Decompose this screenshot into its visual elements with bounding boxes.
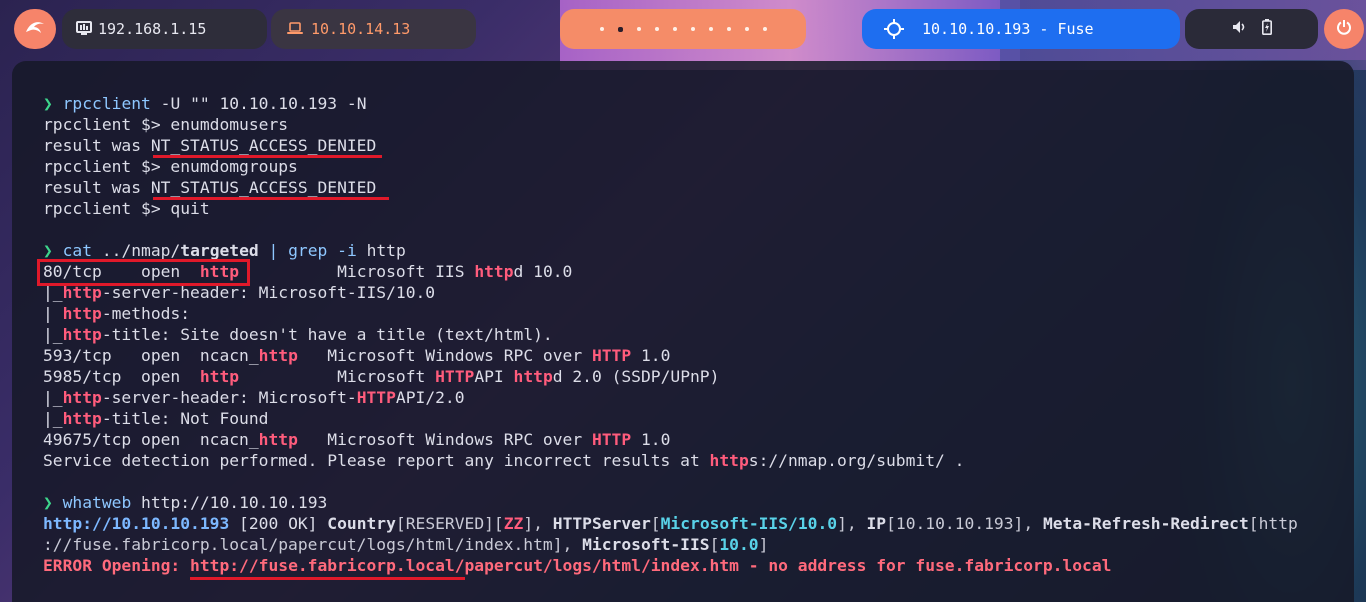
error-line: ERROR Opening: http://fuse.fabricorp.loc… xyxy=(43,556,1112,575)
nmap-result-line: 5985/tcp open http Microsoft HTTPAPI htt… xyxy=(43,367,720,386)
workspace-dot[interactable] xyxy=(599,27,604,31)
power-icon xyxy=(1336,19,1352,39)
prompt-line: ❯ cat ../nmap/targeted | grep -i http xyxy=(43,241,406,260)
laptop-icon xyxy=(287,22,303,35)
prompt-line: ❯ whatweb http://10.10.10.193 xyxy=(43,493,328,512)
workspace-dot[interactable] xyxy=(672,27,677,31)
system-tray[interactable] xyxy=(1185,9,1318,49)
workspace-dot[interactable] xyxy=(708,27,713,31)
workspace-dot-active[interactable] xyxy=(617,26,623,32)
highlight-underline xyxy=(153,155,382,158)
access-denied-text: NT_STATUS_ACCESS_DENIED xyxy=(150,136,377,155)
prompt-arrow: ❯ xyxy=(43,94,53,113)
workspace-dot[interactable] xyxy=(762,27,767,31)
target-widget[interactable]: 10.10.10.193 - Fuse xyxy=(862,9,1180,49)
vpn-ip-label: 10.10.14.13 xyxy=(311,20,411,38)
workspace-dot[interactable] xyxy=(726,27,731,31)
output-line: result was NT_STATUS_ACCESS_DENIED xyxy=(43,136,377,155)
highlight-box xyxy=(37,259,250,286)
command-args: -U "" 10.10.10.193 -N xyxy=(150,94,367,113)
monitor-icon xyxy=(76,21,92,36)
output-line: rpcclient $> enumdomgroups xyxy=(43,157,298,176)
workspace-dot[interactable] xyxy=(744,27,749,31)
host-ip-label: 192.168.1.15 xyxy=(98,20,207,38)
workspace-switcher[interactable] xyxy=(560,9,806,49)
access-denied-text: NT_STATUS_ACCESS_DENIED xyxy=(150,178,377,197)
host-ip-widget[interactable]: 192.168.1.15 xyxy=(62,9,267,49)
nmap-result-line: |_http-title: Site doesn't have a title … xyxy=(43,325,553,344)
command-name: rpcclient xyxy=(62,94,151,113)
terminal-window[interactable]: ❯ rpcclient -U "" 10.10.10.193 -N rpccli… xyxy=(12,61,1354,602)
output-line: rpcclient $> enumdomusers xyxy=(43,115,289,134)
nmap-result-line: |_http-server-header: Microsoft-HTTPAPI/… xyxy=(43,388,465,407)
kali-dragon-icon xyxy=(24,18,46,40)
nmap-result-line: | http-methods: xyxy=(43,304,191,323)
prompt-arrow: ❯ xyxy=(43,241,53,260)
nmap-result-line: |_http-title: Not Found xyxy=(43,409,269,428)
nmap-result-line: 49675/tcp open ncacn_http Microsoft Wind… xyxy=(43,430,671,449)
nmap-result-line: 593/tcp open ncacn_http Microsoft Window… xyxy=(43,346,671,365)
whatweb-result-line: ://fuse.fabricorp.local/papercut/logs/ht… xyxy=(43,535,769,554)
highlight-underline xyxy=(190,577,465,580)
output-line: result was NT_STATUS_ACCESS_DENIED xyxy=(43,178,377,197)
battery-icon[interactable] xyxy=(1261,19,1272,39)
volume-icon[interactable] xyxy=(1232,20,1248,38)
workspace-dot[interactable] xyxy=(690,27,695,31)
whatweb-result-line: http://10.10.10.193 [200 OK] Country[RES… xyxy=(43,514,1298,533)
power-button[interactable] xyxy=(1324,9,1364,49)
workspace-dot[interactable] xyxy=(636,27,641,31)
prompt-arrow: ❯ xyxy=(43,493,53,512)
workspace-dot[interactable] xyxy=(654,27,659,31)
launcher-button[interactable] xyxy=(14,9,56,49)
vpn-ip-widget[interactable]: 10.10.14.13 xyxy=(271,9,476,49)
prompt-line: ❯ rpcclient -U "" 10.10.10.193 -N xyxy=(43,93,1354,114)
crosshair-icon xyxy=(884,19,904,39)
highlight-underline xyxy=(153,197,389,200)
target-label: 10.10.10.193 - Fuse xyxy=(922,20,1094,38)
nmap-result-line: Service detection performed. Please repo… xyxy=(43,451,965,470)
output-line: rpcclient $> quit xyxy=(43,199,210,218)
